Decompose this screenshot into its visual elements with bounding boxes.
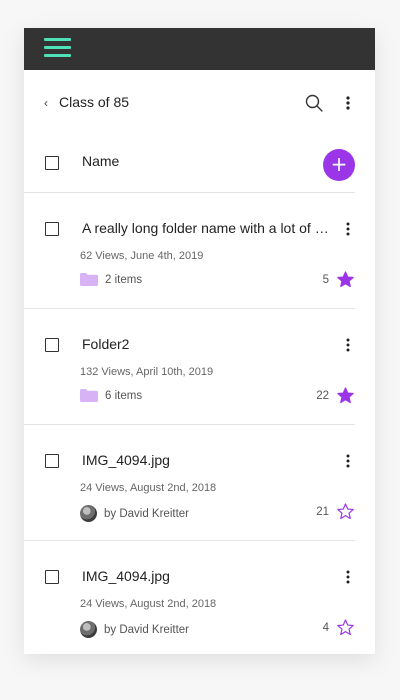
folder-icon (80, 389, 98, 402)
item-checkbox[interactable] (45, 338, 59, 352)
avatar (80, 505, 97, 522)
more-vertical-icon[interactable] (344, 94, 352, 112)
item-meta: 132 Views, April 10th, 2019 (80, 366, 214, 378)
item-sub-text: 6 items (105, 389, 143, 402)
star-filled-icon[interactable] (336, 386, 355, 405)
list-header: Name + (24, 134, 355, 193)
more-vertical-icon[interactable] (344, 453, 352, 469)
star-filled-icon[interactable] (336, 270, 355, 289)
item-checkbox[interactable] (45, 222, 59, 236)
list-item[interactable]: IMG_4094.jpg 24 Views, August 2nd, 2018 … (24, 541, 355, 654)
item-sub: by David Kreitter (80, 621, 189, 638)
item-meta: 24 Views, August 2nd, 2018 (80, 482, 217, 494)
item-checkbox[interactable] (45, 570, 59, 584)
item-list: A really long folder name with a lot of … (24, 193, 375, 654)
page-title: Class of 85 (59, 94, 130, 110)
top-bar (24, 28, 375, 70)
avatar (80, 621, 97, 638)
folder-icon (80, 273, 98, 286)
star-outline-icon[interactable] (336, 502, 355, 521)
list-item[interactable]: Folder2 132 Views, April 10th, 2019 6 it… (24, 309, 355, 425)
add-button[interactable]: + (323, 149, 355, 181)
item-meta: 24 Views, August 2nd, 2018 (80, 598, 217, 610)
more-vertical-icon[interactable] (344, 569, 352, 585)
search-icon[interactable] (305, 94, 323, 112)
item-title[interactable]: IMG_4094.jpg (82, 568, 332, 584)
star-count: 5 (322, 274, 329, 286)
more-vertical-icon[interactable] (344, 221, 352, 237)
item-sub-text: by David Kreitter (104, 507, 190, 520)
hamburger-icon[interactable] (44, 38, 71, 58)
item-sub-text: by David Kreitter (104, 623, 190, 636)
item-sub: 6 items (80, 389, 142, 402)
item-title[interactable]: Folder2 (82, 336, 332, 352)
item-meta: 62 Views, June 4th, 2019 (80, 250, 204, 262)
back-icon[interactable]: ‹ (44, 96, 48, 110)
item-sub: by David Kreitter (80, 505, 189, 522)
star-count: 22 (316, 390, 329, 402)
star-count: 4 (322, 622, 329, 634)
list-item[interactable]: IMG_4094.jpg 24 Views, August 2nd, 2018 … (24, 425, 355, 541)
item-checkbox[interactable] (45, 454, 59, 468)
folder-header: ‹ Class of 85 (24, 70, 375, 134)
item-title[interactable]: A really long folder name with a lot of … (82, 220, 332, 236)
list-item[interactable]: A really long folder name with a lot of … (24, 193, 355, 309)
item-sub: 2 items (80, 273, 142, 286)
app-frame: ‹ Class of 85 Name + A really long folde… (24, 28, 375, 654)
select-all-checkbox[interactable] (45, 156, 59, 170)
name-column-header[interactable]: Name (82, 153, 119, 169)
item-sub-text: 2 items (105, 273, 143, 286)
more-vertical-icon[interactable] (344, 337, 352, 353)
item-title[interactable]: IMG_4094.jpg (82, 452, 332, 468)
star-outline-icon[interactable] (336, 618, 355, 637)
star-count: 21 (316, 506, 329, 518)
